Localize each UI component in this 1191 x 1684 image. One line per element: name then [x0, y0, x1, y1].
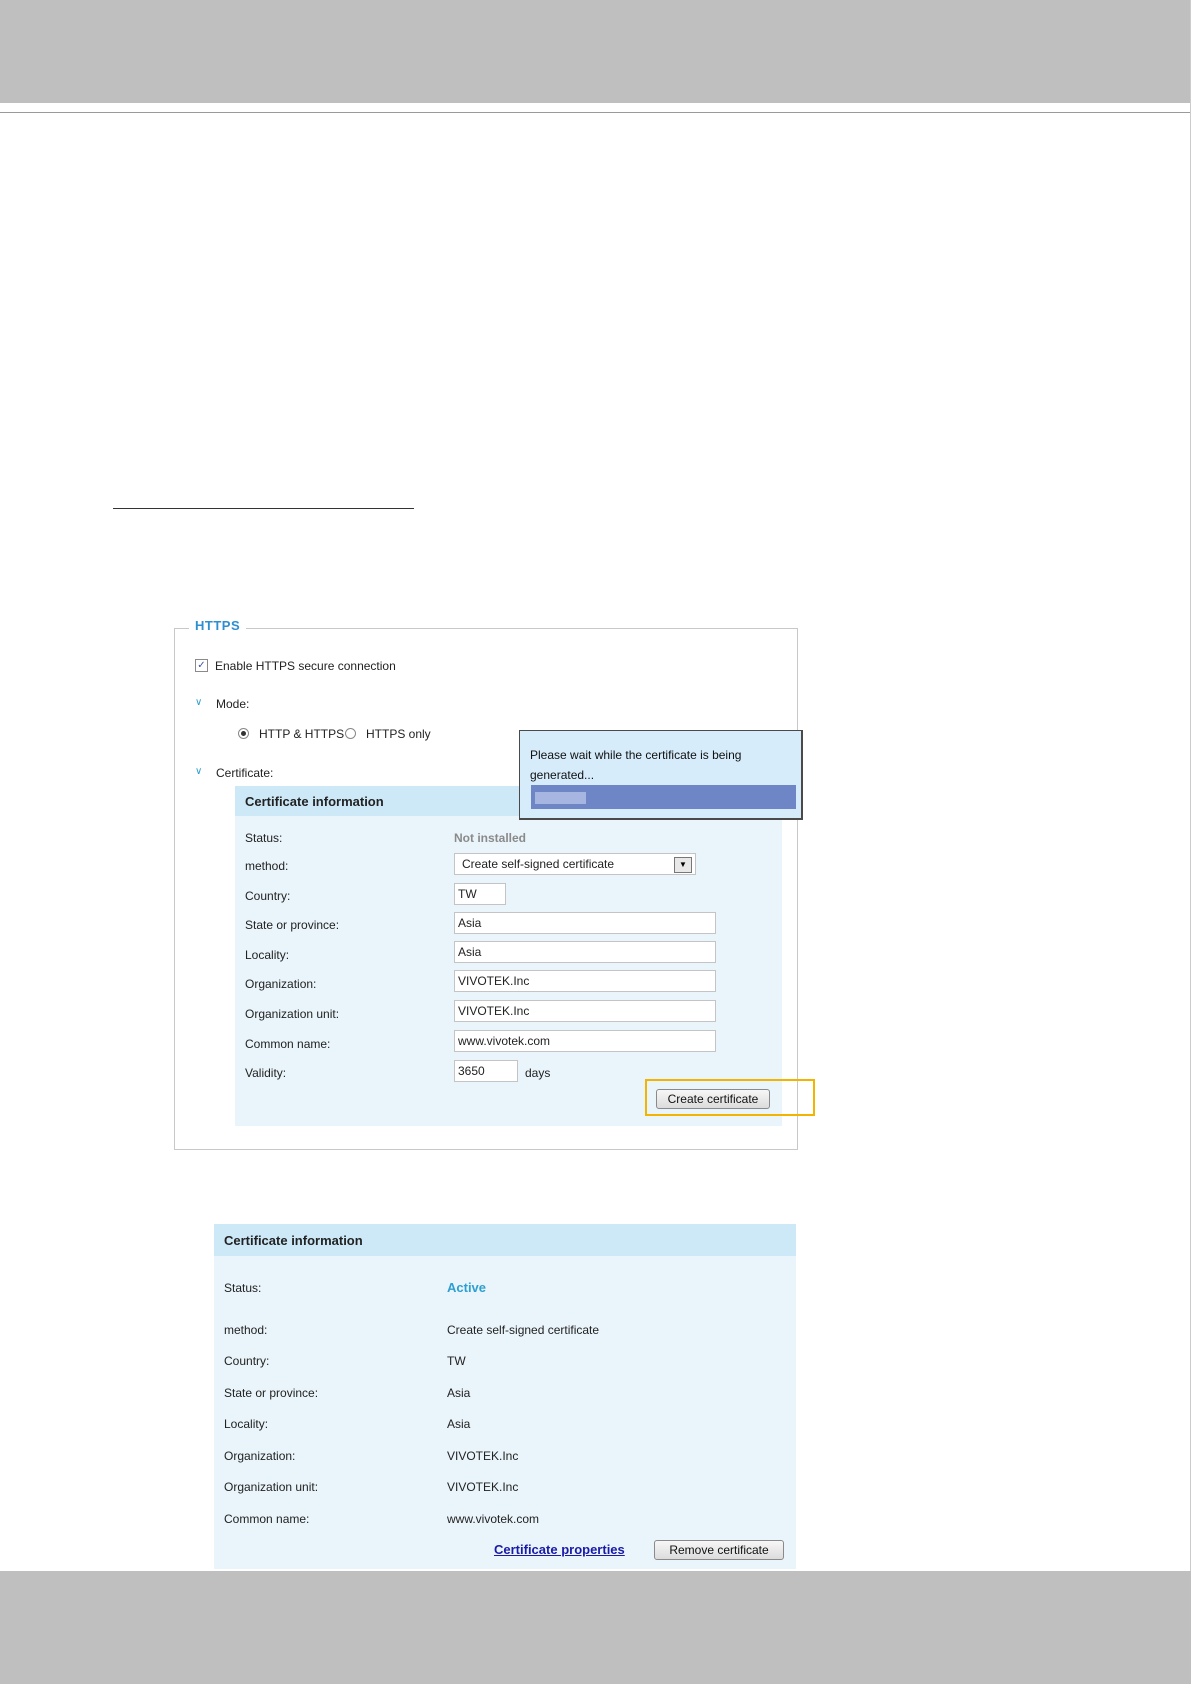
active-locality-label: Locality: — [224, 1417, 269, 1431]
organization-label: Organization: — [245, 977, 317, 991]
validity-unit: days — [525, 1066, 551, 1080]
org-unit-label: Organization unit: — [245, 1007, 340, 1021]
certificate-info-panel: Certificate information Status: Not inst… — [235, 786, 782, 1126]
page-header-band — [0, 0, 1191, 103]
mode-label: Mode: — [216, 697, 250, 711]
active-state-label: State or province: — [224, 1386, 319, 1400]
certificate-properties-link[interactable]: Certificate properties — [494, 1542, 625, 1557]
country-label: Country: — [245, 889, 291, 903]
active-country-value: TW — [447, 1354, 466, 1368]
mode-chevron-icon[interactable]: ∨ — [195, 697, 202, 708]
active-method-value: Create self-signed certificate — [447, 1323, 600, 1337]
https-settings-panel: HTTPS ✓ Enable HTTPS secure connection ∨… — [174, 618, 798, 1150]
active-organization-value: VIVOTEK.Inc — [447, 1449, 519, 1463]
header-divider — [0, 112, 1191, 113]
locality-label: Locality: — [245, 948, 290, 962]
remove-certificate-button[interactable]: Remove certificate — [654, 1540, 784, 1560]
certificate-info-title: Certificate information — [245, 794, 384, 809]
country-input[interactable]: TW — [454, 883, 506, 905]
create-certificate-highlight — [645, 1079, 815, 1116]
method-select-value: Create self-signed certificate — [462, 857, 615, 871]
active-organization-label: Organization: — [224, 1449, 296, 1463]
active-status-label: Status: — [224, 1281, 262, 1295]
enable-https-checkbox[interactable]: ✓ — [195, 659, 208, 672]
active-locality-value: Asia — [447, 1417, 471, 1431]
common-name-label: Common name: — [245, 1037, 331, 1051]
active-method-label: method: — [224, 1323, 268, 1337]
active-org-unit-value: VIVOTEK.Inc — [447, 1480, 519, 1494]
status-label: Status: — [245, 831, 283, 845]
mode-http-https-label: HTTP & HTTPS — [259, 727, 345, 741]
wait-progress-bar — [531, 785, 796, 809]
certificate-wait-popup: Please wait while the certificate is bei… — [519, 730, 803, 820]
wait-message: Please wait while the certificate is bei… — [530, 748, 742, 782]
state-label: State or province: — [245, 918, 340, 932]
validity-label: Validity: — [245, 1066, 287, 1080]
mode-http-https-radio[interactable] — [238, 728, 249, 739]
locality-input[interactable]: Asia — [454, 941, 716, 963]
organization-input[interactable]: VIVOTEK.Inc — [454, 970, 716, 992]
method-select[interactable]: Create self-signed certificate ▼ — [454, 853, 696, 875]
status-value: Not installed — [454, 831, 527, 845]
active-certificate-title: Certificate information — [224, 1233, 363, 1248]
chevron-down-icon[interactable]: ▼ — [674, 857, 692, 873]
method-label: method: — [245, 859, 289, 873]
active-common-name-value: www.vivotek.com — [447, 1512, 540, 1526]
mode-https-only-radio[interactable] — [345, 728, 356, 739]
state-input[interactable]: Asia — [454, 912, 716, 934]
enable-https-label: Enable HTTPS secure connection — [215, 659, 396, 673]
certificate-label: Certificate: — [216, 766, 274, 780]
wait-progress-fill — [535, 792, 586, 804]
active-certificate-panel: Certificate information Status: Active m… — [214, 1224, 796, 1569]
org-unit-input[interactable]: VIVOTEK.Inc — [454, 1000, 716, 1022]
page-footer-band — [0, 1571, 1191, 1684]
https-legend: HTTPS — [189, 618, 247, 633]
active-country-label: Country: — [224, 1354, 270, 1368]
active-state-value: Asia — [447, 1386, 471, 1400]
common-name-input[interactable]: www.vivotek.com — [454, 1030, 716, 1052]
active-status-value: Active — [447, 1280, 487, 1295]
validity-input[interactable]: 3650 — [454, 1060, 518, 1082]
active-certificate-header: Certificate information — [214, 1224, 796, 1256]
mode-https-only-label: HTTPS only — [366, 727, 431, 741]
certificate-chevron-icon[interactable]: ∨ — [195, 766, 202, 777]
active-common-name-label: Common name: — [224, 1512, 310, 1526]
section-rule — [113, 508, 414, 509]
active-org-unit-label: Organization unit: — [224, 1480, 319, 1494]
